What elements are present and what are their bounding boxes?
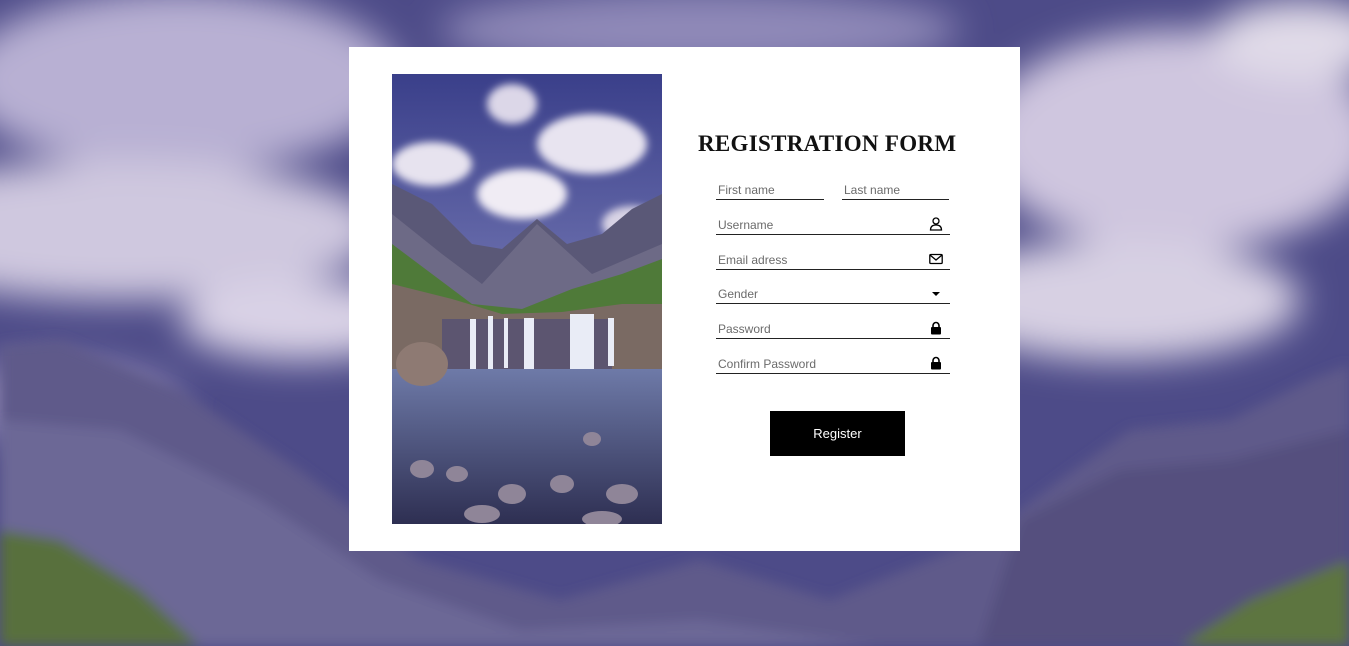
email-field-wrapper [716, 250, 950, 270]
lock-icon [929, 356, 943, 370]
username-input[interactable] [716, 215, 950, 234]
username-field-wrapper [716, 215, 950, 235]
registration-card: REGISTRATION FORM First name Last name U… [349, 47, 1020, 551]
first-name-field-wrapper [716, 180, 824, 200]
register-button[interactable]: Register [770, 411, 905, 456]
email-input[interactable] [716, 250, 950, 269]
confirm-password-input[interactable] [716, 354, 950, 373]
first-name-input[interactable] [716, 180, 824, 199]
last-name-field-wrapper [842, 180, 949, 200]
gender-field-wrapper: Gender [716, 284, 950, 304]
lock-icon [929, 321, 943, 335]
confirm-password-field-wrapper [716, 354, 950, 374]
envelope-icon [929, 252, 943, 266]
waterfall-image [392, 74, 662, 524]
last-name-input[interactable] [842, 180, 949, 199]
gender-select[interactable]: Gender [716, 284, 950, 303]
password-input[interactable] [716, 319, 950, 338]
form-title: REGISTRATION FORM [698, 131, 957, 156]
password-field-wrapper [716, 319, 950, 339]
caret-down-icon [929, 286, 943, 300]
user-icon [929, 217, 943, 231]
